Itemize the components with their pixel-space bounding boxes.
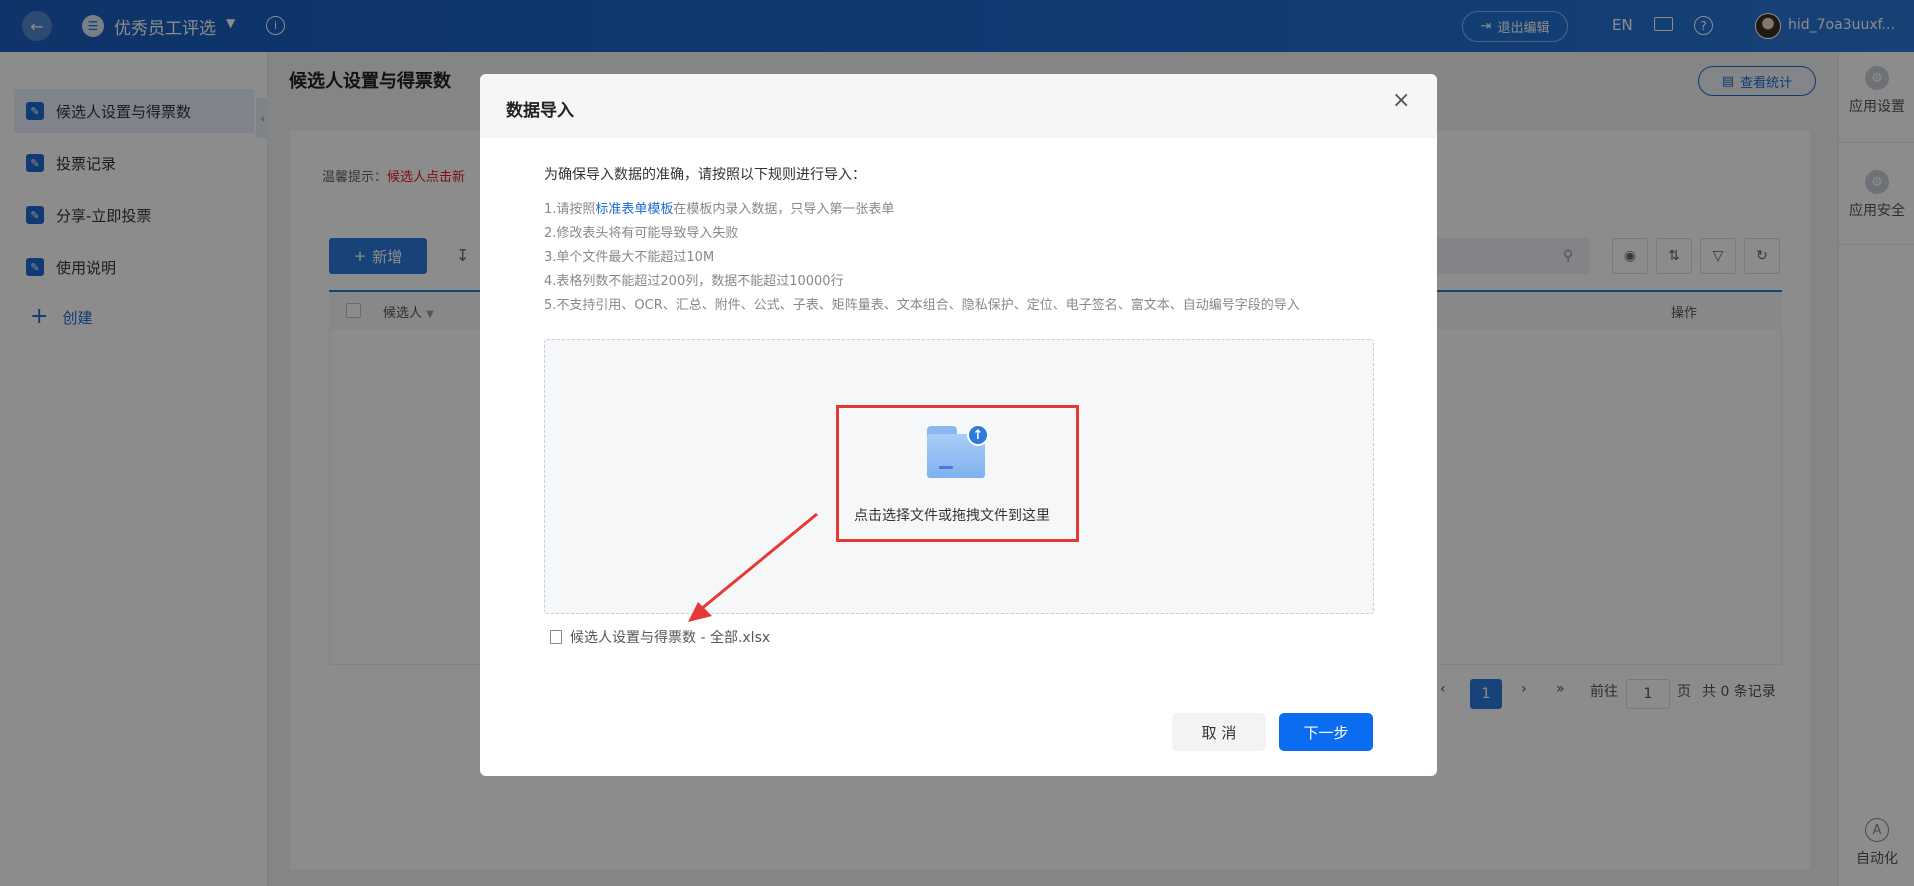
- close-icon[interactable]: ×: [1392, 90, 1410, 112]
- rule-1-prefix: 1.请按照: [544, 202, 596, 217]
- file-icon: [550, 630, 562, 644]
- rule-4: 4.表格列数不能超过200列，数据不能超过10000行: [544, 274, 844, 289]
- folder-line: [939, 466, 953, 469]
- folder-upload-icon[interactable]: ↑: [927, 424, 989, 478]
- rule-5: 5.不支持引用、OCR、汇总、附件、公式、子表、矩阵量表、文本组合、隐私保护、定…: [544, 298, 1300, 313]
- rule-2: 2.修改表头将有可能导致导入失败: [544, 226, 739, 241]
- rules-title: 为确保导入数据的准确，请按照以下规则进行导入：: [544, 167, 866, 183]
- data-import-dialog: 数据导入 × 为确保导入数据的准确，请按照以下规则进行导入： 1.请按照标准表单…: [480, 74, 1437, 776]
- rule-3: 3.单个文件最大不能超过10M: [544, 250, 715, 265]
- file-name: 候选人设置与得票数 - 全部.xlsx: [570, 630, 771, 646]
- dropzone-text[interactable]: 点击选择文件或拖拽文件到这里: [854, 505, 1050, 525]
- template-link[interactable]: 标准表单模板: [595, 202, 673, 217]
- dialog-title: 数据导入: [506, 101, 574, 121]
- cancel-button[interactable]: 取 消: [1172, 713, 1266, 751]
- selected-file[interactable]: 候选人设置与得票数 - 全部.xlsx: [550, 627, 770, 647]
- rule-1-suffix: 在模板内录入数据，只导入第一张表单: [673, 202, 895, 217]
- upload-arrow-icon: ↑: [967, 424, 989, 446]
- next-button[interactable]: 下一步: [1279, 713, 1373, 751]
- dialog-header: [480, 74, 1437, 138]
- rule-1: 1.请按照标准表单模板在模板内录入数据，只导入第一张表单: [544, 198, 894, 217]
